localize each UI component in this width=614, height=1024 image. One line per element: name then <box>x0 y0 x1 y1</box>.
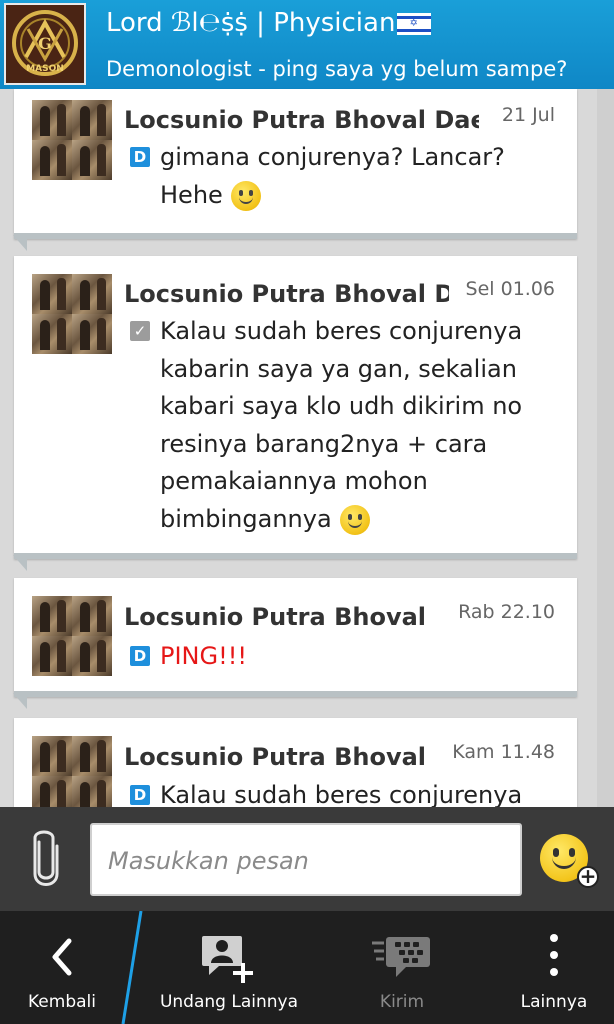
paperclip-icon[interactable] <box>30 828 62 894</box>
send-label: Kirim <box>379 992 425 1012</box>
scrollbar[interactable] <box>597 89 614 809</box>
delivered-icon: D <box>130 147 150 167</box>
back-label: Kembali <box>28 992 96 1012</box>
invite-others-label: Undang Lainnya <box>159 992 299 1012</box>
bubble-tail <box>13 693 27 709</box>
message-bubble[interactable]: Locsunio Putra Bhoval Dae 21 Jul D giman… <box>13 89 577 251</box>
sender-name: Locsunio Putra Bhoval D <box>124 280 449 308</box>
svg-text:MASON: MASON <box>26 64 64 74</box>
message-text: gimana conjurenya? Lancar? Hehe <box>160 139 505 214</box>
message-input-placeholder: Masukkan pesan <box>108 847 309 875</box>
message-line: bimbingannya <box>160 501 522 539</box>
sender-name: Locsunio Putra Bhoval <box>124 603 424 631</box>
contact-name-text: Lord ℬl℮ṩṩ | Physician <box>106 8 396 38</box>
message-line: kabari saya klo udh dikirim no <box>160 392 523 420</box>
avatar[interactable] <box>32 274 112 354</box>
bubble-tail <box>13 235 27 251</box>
sender-name: Locsunio Putra Bhoval Dae <box>124 106 479 134</box>
send-button[interactable]: Kirim <box>340 911 464 1024</box>
more-vertical-icon <box>494 933 614 981</box>
sender-name: Locsunio Putra Bhoval <box>124 743 424 771</box>
delivered-icon: D <box>130 785 150 805</box>
message-text: Kalau sudah beres conjurenya kabarin say… <box>160 313 522 538</box>
smiley-icon <box>339 504 370 535</box>
avatar[interactable] <box>32 736 112 816</box>
avatar[interactable] <box>32 100 112 180</box>
message-line: Kalau sudah beres conjurenya <box>160 317 523 345</box>
invite-others-button[interactable]: Undang Lainnya <box>150 911 308 1024</box>
more-button[interactable]: Lainnya <box>494 911 614 1024</box>
more-label: Lainnya <box>520 992 588 1012</box>
message-time: Sel 01.06 <box>465 278 555 300</box>
message-line: kabarin saya ya gan, sekalian <box>160 354 517 383</box>
message-line: Hehe <box>160 177 505 215</box>
contact-name: Lord ℬl℮ṩṩ | Physician ✡ <box>106 8 432 38</box>
message-line: gimana conjurenya? Lancar? <box>160 143 505 171</box>
bubble-tail <box>13 555 27 571</box>
message-bubble[interactable]: Locsunio Putra Bhoval Rab 22.10 D PING!!… <box>13 578 577 709</box>
israel-flag-icon: ✡ <box>397 12 432 35</box>
avatar[interactable] <box>32 596 112 676</box>
svg-text:G: G <box>38 34 52 53</box>
message-input[interactable]: Masukkan pesan <box>90 823 522 896</box>
message-time: 21 Jul <box>501 104 555 126</box>
read-check-icon: ✓ <box>130 321 150 341</box>
smiley-icon <box>230 180 261 211</box>
delivered-icon: D <box>130 646 150 666</box>
message-text: PING!!! <box>160 642 247 670</box>
message-time: Rab 22.10 <box>458 601 555 623</box>
chat-header[interactable]: G MASON Lord ℬl℮ṩṩ | Physician ✡ Demonolo… <box>0 0 614 89</box>
chevron-left-icon <box>0 933 124 981</box>
message-line: resinya barang2nya + cara <box>160 429 488 458</box>
message-bubble[interactable]: Locsunio Putra Bhoval D Sel 01.06 ✓ Kala… <box>13 256 577 571</box>
back-button[interactable]: Kembali <box>0 911 124 1024</box>
message-line: pemakaiannya mohon <box>160 467 428 495</box>
masonic-emblem-icon[interactable]: G MASON <box>4 3 86 85</box>
message-time: Kam 11.48 <box>452 741 555 763</box>
bbm-send-icon <box>340 933 464 981</box>
add-emoji-plus-icon[interactable]: + <box>577 866 599 888</box>
invite-contact-icon <box>150 933 308 983</box>
contact-status: Demonologist - ping saya yg belum sampe? <box>106 57 568 81</box>
